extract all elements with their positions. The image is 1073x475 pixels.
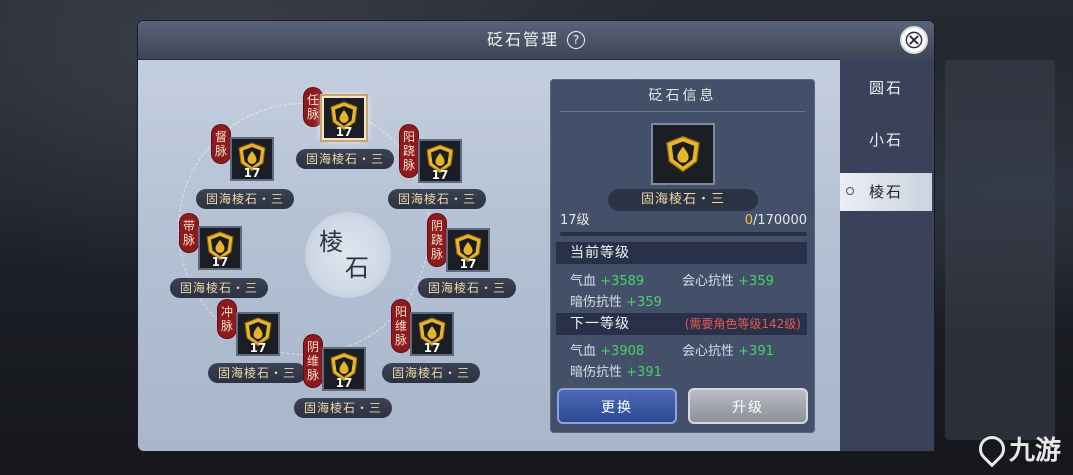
gem-slot[interactable]: 17 xyxy=(446,228,490,272)
exp-readout: 0/170000 xyxy=(745,211,807,231)
meridian-tag: 阳跷脉 xyxy=(400,125,418,177)
level-row: 17级 0/170000 xyxy=(560,211,807,231)
meridian-tag: 冲脉 xyxy=(218,300,236,338)
next-level-title: 下一等级 xyxy=(570,316,630,332)
slot-du-mai[interactable]: 督脉 17 固海棱石・三 xyxy=(196,125,356,225)
stat-current-crit-resist: 会心抗性 +359 xyxy=(682,270,774,289)
gem-level: 17 xyxy=(335,376,353,390)
stat-label: 会心抗性 xyxy=(682,274,735,289)
stat-label: 暗伤抗性 xyxy=(570,295,623,310)
slot-dai-mai[interactable]: 带脉 17 固海棱石・三 xyxy=(168,214,328,314)
slot-yin-wei-mai[interactable]: 阴维脉 17 固海棱石・三 xyxy=(292,335,452,435)
upgrade-button[interactable]: 升级 xyxy=(688,388,808,424)
stone-info-panel: 砭石信息 固海棱石・三 17级 0/170000 当前等级 气血 +3589 会… xyxy=(550,79,815,433)
stat-value: +3908 xyxy=(600,344,645,359)
exp-total: /170000 xyxy=(752,213,807,228)
gem-level: 17 xyxy=(431,168,449,182)
info-title: 砭石信息 xyxy=(648,88,717,104)
stat-label: 会心抗性 xyxy=(682,344,735,359)
watermark-text: 九游 xyxy=(1008,436,1061,466)
current-level-title: 当前等级 xyxy=(570,245,630,261)
exp-progress-bar xyxy=(560,232,807,236)
level-requirement: (需要角色等级142级) xyxy=(684,317,801,331)
stat-next-hp: 气血 +3908 xyxy=(570,340,644,359)
dialog-title-area: 砭石管理 ? xyxy=(138,21,934,59)
gem-icon xyxy=(663,134,703,174)
stat-label: 气血 xyxy=(570,344,597,359)
meridian-tag: 阴维脉 xyxy=(304,335,322,387)
info-divider xyxy=(560,111,805,112)
level-label: 17级 xyxy=(560,213,590,228)
gem-level: 17 xyxy=(459,257,477,271)
gem-slot[interactable]: 17 xyxy=(418,139,462,183)
stone-name: 固海棱石・三 xyxy=(388,189,487,209)
stat-next-hidden-resist: 暗伤抗性 +391 xyxy=(570,361,662,380)
stone-type-tabs: 圆石 小石 棱石 xyxy=(840,59,934,451)
stone-name: 固海棱石・三 xyxy=(294,398,393,418)
tab-small-stone[interactable]: 小石 xyxy=(840,121,932,159)
stat-next-crit-resist: 会心抗性 +391 xyxy=(682,340,774,359)
stat-label: 气血 xyxy=(570,274,597,289)
center-label-line2: 石 xyxy=(345,254,369,282)
stat-current-hp: 气血 +3589 xyxy=(570,270,644,289)
dialog-title: 砭石管理 xyxy=(486,30,559,49)
stone-name: 固海棱石・三 xyxy=(418,278,517,298)
stone-name: 固海棱石・三 xyxy=(170,278,269,298)
current-level-header: 当前等级 xyxy=(556,242,807,264)
gem-slot[interactable]: 17 xyxy=(230,137,274,181)
gem-level: 17 xyxy=(249,341,267,355)
exp-current: 0 xyxy=(744,213,753,228)
tab-round-stone[interactable]: 圆石 xyxy=(840,69,932,107)
tab-edge-stone[interactable]: 棱石 xyxy=(840,173,932,211)
help-icon[interactable]: ? xyxy=(567,31,585,49)
gem-slot[interactable]: 17 xyxy=(322,347,366,391)
info-gem-icon-frame xyxy=(651,123,715,185)
close-button[interactable] xyxy=(900,26,928,54)
meridian-tag: 任脉 xyxy=(304,88,322,126)
stat-value: +391 xyxy=(626,365,662,380)
watermark: 九游 xyxy=(973,430,1061,467)
stat-current-hidden-resist: 暗伤抗性 +359 xyxy=(570,291,662,310)
stat-label: 暗伤抗性 xyxy=(570,365,623,380)
tab-label: 棱石 xyxy=(868,183,903,201)
gem-slot[interactable]: 17 xyxy=(236,312,280,356)
gem-slot[interactable]: 17 xyxy=(198,226,242,270)
meridian-tag: 带脉 xyxy=(180,214,198,252)
stat-value: +359 xyxy=(626,295,662,310)
replace-button[interactable]: 更换 xyxy=(557,388,677,424)
meridian-tag: 阴跷脉 xyxy=(428,214,446,266)
next-level-header: 下一等级 (需要角色等级142级) xyxy=(556,313,807,335)
stone-name: 固海棱石・三 xyxy=(196,189,295,209)
slot-yang-qiao-mai[interactable]: 阳跷脉 17 固海棱石・三 xyxy=(386,125,546,225)
active-tab-marker-icon xyxy=(846,187,854,195)
background-side-panel xyxy=(945,60,1055,440)
stat-value: +3589 xyxy=(600,274,645,289)
stat-value: +391 xyxy=(738,344,774,359)
gem-level: 17 xyxy=(211,255,229,269)
stat-value: +359 xyxy=(738,274,774,289)
watermark-logo-icon xyxy=(973,430,1011,467)
close-icon xyxy=(905,31,923,49)
meridian-tag: 督脉 xyxy=(212,125,230,163)
info-stone-name: 固海棱石・三 xyxy=(608,189,758,211)
gem-level: 17 xyxy=(243,166,261,180)
